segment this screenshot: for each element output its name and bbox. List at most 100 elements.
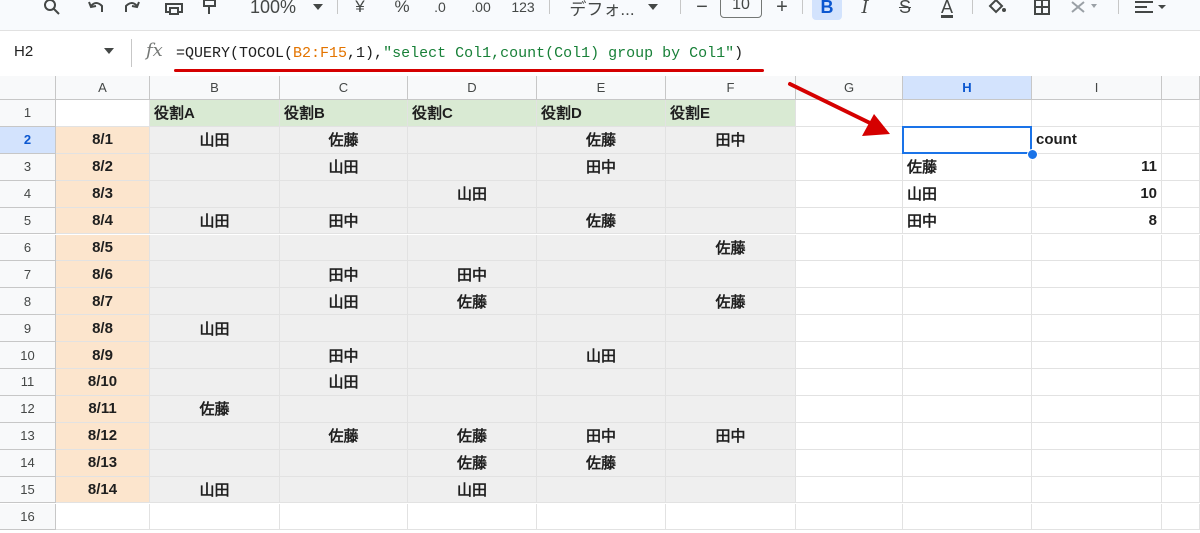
italic-button[interactable]: I bbox=[852, 0, 878, 22]
cell-f10[interactable] bbox=[666, 342, 796, 369]
cell-g8[interactable] bbox=[796, 288, 903, 316]
cell-g15[interactable] bbox=[796, 476, 903, 504]
cell-b2[interactable]: 山田 bbox=[150, 126, 280, 154]
cell-i8[interactable] bbox=[1032, 288, 1162, 316]
row-header-14[interactable]: 14 bbox=[0, 449, 56, 477]
currency-format-button[interactable]: ¥ bbox=[346, 0, 374, 22]
cell-i4[interactable]: 10 bbox=[1032, 180, 1162, 208]
cell-b15[interactable]: 山田 bbox=[150, 476, 280, 504]
chevron-down-icon[interactable] bbox=[308, 0, 328, 22]
cell-trailing-11[interactable] bbox=[1162, 369, 1200, 396]
cell-h10[interactable] bbox=[903, 342, 1032, 369]
cell-trailing-15[interactable] bbox=[1162, 476, 1200, 504]
strikethrough-button[interactable]: S bbox=[892, 0, 918, 22]
cell-trailing-4[interactable] bbox=[1162, 180, 1200, 208]
cell-f4[interactable] bbox=[666, 180, 796, 208]
cell-g12[interactable] bbox=[796, 395, 903, 423]
cell-c15[interactable] bbox=[280, 476, 408, 504]
cell-i16[interactable] bbox=[1032, 503, 1162, 531]
cell-a14[interactable]: 8/13 bbox=[56, 449, 150, 477]
print-icon[interactable] bbox=[160, 0, 188, 22]
cell-a2[interactable]: 8/1 bbox=[56, 126, 150, 154]
cell-c1[interactable]: 役割B bbox=[280, 100, 408, 127]
row-header-8[interactable]: 8 bbox=[0, 288, 56, 316]
row-header-9[interactable]: 9 bbox=[0, 315, 56, 343]
column-header-h[interactable]: H bbox=[903, 76, 1032, 100]
cell-g5[interactable] bbox=[796, 207, 903, 235]
undo-icon[interactable] bbox=[82, 0, 110, 22]
cell-a6[interactable]: 8/5 bbox=[56, 234, 150, 262]
cell-h2[interactable] bbox=[903, 126, 1032, 154]
cell-d10[interactable] bbox=[408, 342, 537, 369]
cell-a4[interactable]: 8/3 bbox=[56, 180, 150, 208]
cell-e2[interactable]: 佐藤 bbox=[537, 126, 666, 154]
cell-h9[interactable] bbox=[903, 315, 1032, 343]
cell-a16[interactable] bbox=[56, 503, 150, 531]
cell-a13[interactable]: 8/12 bbox=[56, 422, 150, 450]
cell-d9[interactable] bbox=[408, 315, 537, 343]
cell-trailing-14[interactable] bbox=[1162, 449, 1200, 477]
cell-e3[interactable]: 田中 bbox=[537, 153, 666, 181]
cell-f5[interactable] bbox=[666, 207, 796, 235]
cell-f2[interactable]: 田中 bbox=[666, 126, 796, 154]
cell-d8[interactable]: 佐藤 bbox=[408, 288, 537, 316]
cell-b9[interactable]: 山田 bbox=[150, 315, 280, 343]
bold-button[interactable]: B bbox=[812, 0, 842, 20]
cell-a5[interactable]: 8/4 bbox=[56, 207, 150, 235]
cell-b14[interactable] bbox=[150, 449, 280, 477]
cell-a9[interactable]: 8/8 bbox=[56, 315, 150, 343]
cell-c8[interactable]: 山田 bbox=[280, 288, 408, 316]
cell-d12[interactable] bbox=[408, 395, 537, 423]
row-header-7[interactable]: 7 bbox=[0, 261, 56, 289]
cell-trailing-8[interactable] bbox=[1162, 288, 1200, 316]
cell-i5[interactable]: 8 bbox=[1032, 207, 1162, 235]
row-header-6[interactable]: 6 bbox=[0, 234, 56, 262]
row-header-2[interactable]: 2 bbox=[0, 126, 56, 154]
cell-e12[interactable] bbox=[537, 395, 666, 423]
cell-b4[interactable] bbox=[150, 180, 280, 208]
cell-trailing-1[interactable] bbox=[1162, 100, 1200, 127]
row-header-13[interactable]: 13 bbox=[0, 422, 56, 450]
cell-f13[interactable]: 田中 bbox=[666, 422, 796, 450]
cell-g14[interactable] bbox=[796, 449, 903, 477]
column-header-c[interactable]: C bbox=[280, 76, 408, 100]
row-header-1[interactable]: 1 bbox=[0, 100, 56, 127]
cell-d3[interactable] bbox=[408, 153, 537, 181]
row-header-11[interactable]: 11 bbox=[0, 369, 56, 396]
cell-g16[interactable] bbox=[796, 503, 903, 531]
cell-trailing-10[interactable] bbox=[1162, 342, 1200, 369]
cell-d7[interactable]: 田中 bbox=[408, 261, 537, 289]
column-header-d[interactable]: D bbox=[408, 76, 537, 100]
column-header-a[interactable]: A bbox=[56, 76, 150, 100]
cell-f3[interactable] bbox=[666, 153, 796, 181]
cell-c2[interactable]: 佐藤 bbox=[280, 126, 408, 154]
cell-b16[interactable] bbox=[150, 503, 280, 531]
cell-h5[interactable]: 田中 bbox=[903, 207, 1032, 235]
cell-d1[interactable]: 役割C bbox=[408, 100, 537, 127]
cell-a12[interactable]: 8/11 bbox=[56, 395, 150, 423]
cell-e8[interactable] bbox=[537, 288, 666, 316]
cell-c11[interactable]: 山田 bbox=[280, 369, 408, 396]
cell-f8[interactable]: 佐藤 bbox=[666, 288, 796, 316]
cell-d16[interactable] bbox=[408, 503, 537, 531]
font-select[interactable]: デフォ... bbox=[560, 0, 644, 22]
cell-g1[interactable] bbox=[796, 100, 903, 127]
cell-a1[interactable] bbox=[56, 100, 150, 127]
cell-b1[interactable]: 役割A bbox=[150, 100, 280, 127]
increase-decimal-button[interactable]: .00 bbox=[466, 0, 496, 22]
text-color-button[interactable]: A bbox=[932, 0, 962, 22]
cell-c3[interactable]: 山田 bbox=[280, 153, 408, 181]
cell-e10[interactable]: 山田 bbox=[537, 342, 666, 369]
cell-c5[interactable]: 田中 bbox=[280, 207, 408, 235]
row-header-5[interactable]: 5 bbox=[0, 207, 56, 235]
row-header-3[interactable]: 3 bbox=[0, 153, 56, 181]
cell-c12[interactable] bbox=[280, 395, 408, 423]
cell-e7[interactable] bbox=[537, 261, 666, 289]
cell-f11[interactable] bbox=[666, 369, 796, 396]
cell-g11[interactable] bbox=[796, 369, 903, 396]
cell-i9[interactable] bbox=[1032, 315, 1162, 343]
decrease-decimal-button[interactable]: .0 bbox=[426, 0, 454, 22]
cell-d4[interactable]: 山田 bbox=[408, 180, 537, 208]
cell-a3[interactable]: 8/2 bbox=[56, 153, 150, 181]
cell-g4[interactable] bbox=[796, 180, 903, 208]
